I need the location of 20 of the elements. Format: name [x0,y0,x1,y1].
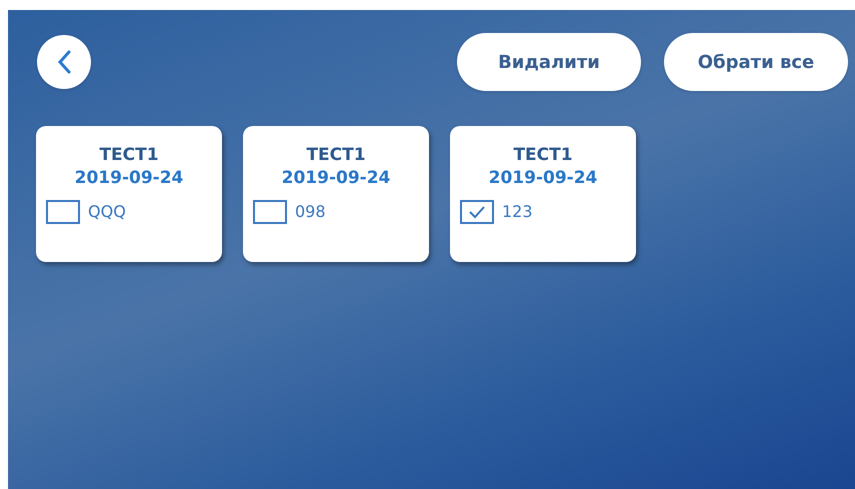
checkbox[interactable] [253,200,287,224]
back-icon [57,50,71,74]
test-card[interactable]: ТЕСТ1 2019-09-24 123 [450,126,636,262]
card-label: QQQ [88,201,126,223]
card-date: 2019-09-24 [282,167,390,190]
card-date: 2019-09-24 [74,167,184,190]
card-title: ТЕСТ1 [306,144,366,166]
card-label: 123 [502,201,533,223]
checkbox[interactable] [460,200,494,224]
select-all-button[interactable]: Обрати все [664,33,848,91]
checkbox[interactable] [46,200,80,224]
check-icon [468,205,486,219]
card-title: ТЕСТ1 [99,144,159,166]
test-card[interactable]: ТЕСТ1 2019-09-24 QQQ [36,126,222,262]
test-card[interactable]: ТЕСТ1 2019-09-24 098 [243,126,429,262]
card-label: 098 [295,201,326,223]
card-date: 2019-09-24 [488,167,598,190]
delete-button[interactable]: Видалити [457,33,641,91]
back-button[interactable] [37,35,91,89]
card-title: ТЕСТ1 [513,144,573,166]
